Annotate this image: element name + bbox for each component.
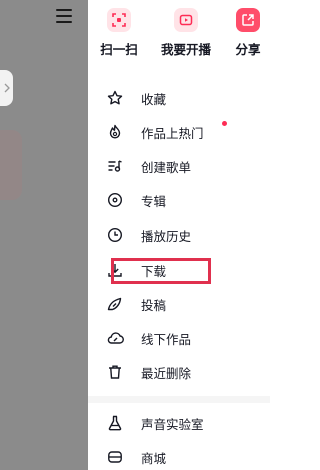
go-live-button[interactable]: 我要开播 [156, 8, 216, 58]
playlist-icon [106, 157, 124, 175]
menu-item-label: 播放历史 [141, 228, 192, 244]
menu-item-sound-lab[interactable]: 声音实验室 [106, 411, 204, 435]
menu-item-label: 线下作品 [141, 331, 192, 347]
share-icon [236, 8, 260, 32]
menu-item-promote[interactable]: 作品上热门 [106, 120, 227, 144]
download-highlight-box [111, 258, 211, 284]
menu-item-label: 收藏 [141, 91, 167, 107]
dimmed-backdrop[interactable] [0, 0, 88, 470]
menu-item-submit[interactable]: 投稿 [106, 292, 166, 316]
fire-icon [106, 123, 124, 141]
menu-item-offline-works[interactable]: 线下作品 [106, 326, 191, 350]
store-icon [106, 448, 124, 466]
menu-item-recently-deleted[interactable]: 最近删除 [106, 360, 191, 384]
menu-item-favorites[interactable]: 收藏 [106, 86, 166, 110]
menu-item-label: 创建歌单 [141, 159, 192, 175]
clock-icon [106, 226, 124, 244]
go-live-label: 我要开播 [160, 42, 211, 57]
chevron-right-icon [4, 83, 10, 93]
menu-item-label: 最近删除 [141, 365, 192, 381]
scan-icon [107, 8, 131, 32]
menu-item-store[interactable]: 商城 [106, 445, 166, 469]
hamburger-menu-button[interactable] [56, 9, 72, 23]
menu-item-play-history[interactable]: 播放历史 [106, 223, 191, 247]
menu-item-album[interactable]: 专辑 [106, 188, 166, 212]
section-divider [88, 396, 270, 403]
scan-button[interactable]: 扫一扫 [89, 8, 149, 58]
star-icon [106, 89, 124, 107]
scan-label: 扫一扫 [100, 42, 138, 57]
side-handle[interactable] [0, 70, 13, 106]
notification-dot [222, 121, 227, 126]
share-label: 分享 [235, 42, 261, 57]
side-drawer: 扫一扫 我要开播 分享 收藏 作品上热门 创建歌单 专辑 播放历史 下载 投稿 … [88, 0, 270, 470]
live-icon [174, 8, 198, 32]
cloud-offline-icon [106, 329, 124, 347]
submit-icon [106, 295, 124, 313]
menu-item-create-playlist[interactable]: 创建歌单 [106, 154, 191, 178]
album-icon [106, 191, 124, 209]
menu-item-label: 声音实验室 [141, 416, 204, 432]
share-button[interactable]: 分享 [218, 8, 278, 58]
menu-item-label: 作品上热门 [141, 125, 204, 141]
menu-item-label: 专辑 [141, 193, 167, 209]
trash-icon [106, 363, 124, 381]
background-content [0, 130, 22, 200]
flask-icon [106, 414, 124, 432]
menu-item-label: 商城 [141, 450, 167, 466]
menu-item-label: 投稿 [141, 297, 167, 313]
